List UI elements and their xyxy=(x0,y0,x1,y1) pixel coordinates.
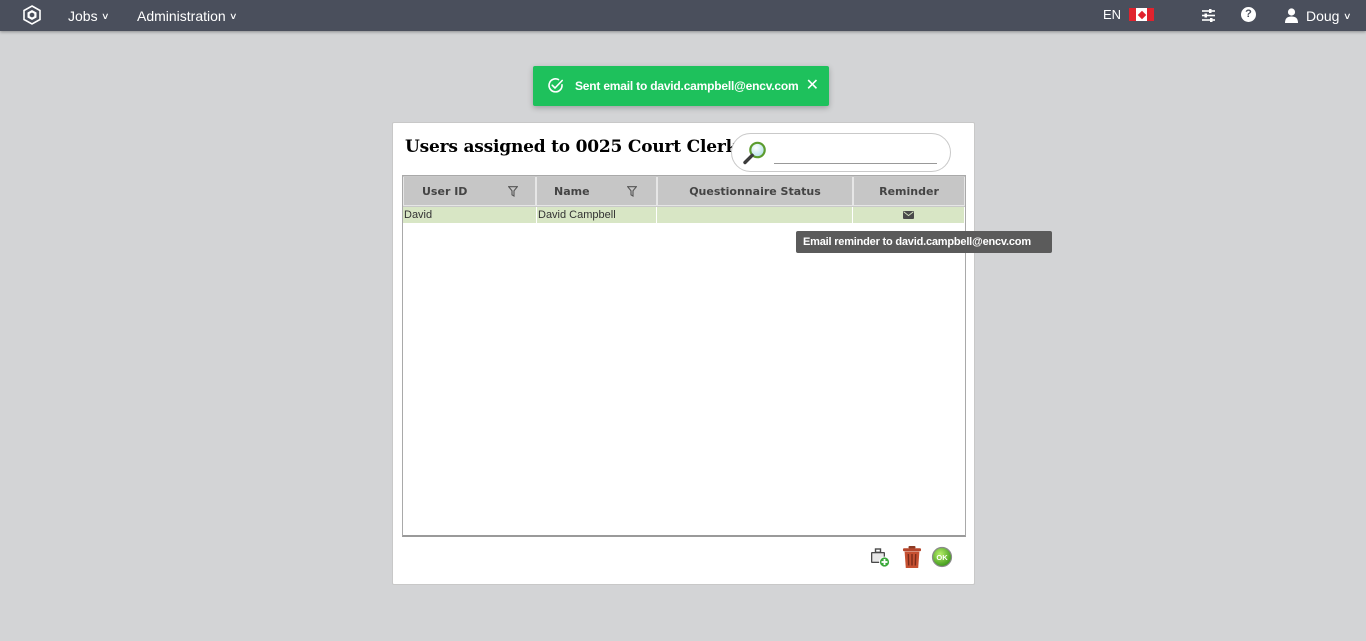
column-header-label: Reminder xyxy=(879,185,939,198)
chevron-down-icon: ∨ xyxy=(1343,10,1353,21)
close-icon[interactable]: ✕ xyxy=(806,66,819,106)
page-title: Users assigned to 0025 Court Clerk xyxy=(405,137,738,157)
check-circle-icon xyxy=(548,78,563,93)
add-user-briefcase-icon[interactable] xyxy=(869,545,891,569)
cell-user-id: David xyxy=(403,207,537,223)
nav-menu-administration[interactable]: Administration ∨ xyxy=(137,0,238,31)
column-header-questionnaire-status[interactable]: Questionnaire Status xyxy=(657,177,853,206)
trash-icon[interactable] xyxy=(901,545,923,569)
app-logo-icon[interactable] xyxy=(22,5,42,25)
svg-text:OK: OK xyxy=(936,553,948,562)
column-header-user-id[interactable]: User ID xyxy=(403,177,536,206)
magnifier-icon[interactable] xyxy=(742,140,768,166)
filter-icon[interactable] xyxy=(508,186,518,197)
success-toast: Sent email to david.campbell@encv.com ✕ xyxy=(533,66,829,106)
search-box xyxy=(731,133,951,172)
chevron-down-icon: ∨ xyxy=(228,10,238,21)
users-assigned-panel: Users assigned to 0025 Court Clerk User … xyxy=(392,122,975,585)
nav-jobs-label: Jobs xyxy=(68,7,98,24)
user-name-label: Doug xyxy=(1306,7,1340,24)
cell-reminder xyxy=(853,207,965,223)
language-selector[interactable]: EN xyxy=(1103,0,1121,31)
nav-administration-label: Administration xyxy=(137,7,226,24)
table-row[interactable]: David David Campbell xyxy=(403,207,965,223)
canada-flag-icon[interactable] xyxy=(1129,8,1154,21)
cell-questionnaire-status xyxy=(657,207,853,223)
envelope-icon[interactable] xyxy=(903,211,914,219)
nav-menu-jobs[interactable]: Jobs ∨ xyxy=(68,0,110,31)
cell-name: David Campbell xyxy=(537,207,657,223)
sliders-icon[interactable] xyxy=(1200,7,1217,24)
users-table: User ID Name Questionnaire Status Remind… xyxy=(402,175,966,537)
column-header-label: User ID xyxy=(422,185,468,198)
user-menu[interactable]: Doug ∨ xyxy=(1306,0,1353,31)
filter-icon[interactable] xyxy=(627,186,637,197)
table-header: User ID Name Questionnaire Status Remind… xyxy=(403,176,965,207)
column-header-label: Name xyxy=(554,185,590,198)
search-input[interactable] xyxy=(774,142,937,164)
column-header-name[interactable]: Name xyxy=(536,177,657,206)
toast-message: Sent email to david.campbell@encv.com xyxy=(575,79,799,93)
top-navigation-bar: Jobs ∨ Administration ∨ EN ? Doug ∨ xyxy=(0,0,1366,31)
user-icon[interactable] xyxy=(1283,7,1300,24)
column-header-reminder[interactable]: Reminder xyxy=(853,177,965,206)
email-reminder-tooltip: Email reminder to david.campbell@encv.co… xyxy=(796,231,1052,253)
ok-icon[interactable]: OK xyxy=(931,546,953,568)
help-icon[interactable]: ? xyxy=(1241,7,1256,22)
column-header-label: Questionnaire Status xyxy=(689,185,821,198)
chevron-down-icon: ∨ xyxy=(100,10,110,21)
